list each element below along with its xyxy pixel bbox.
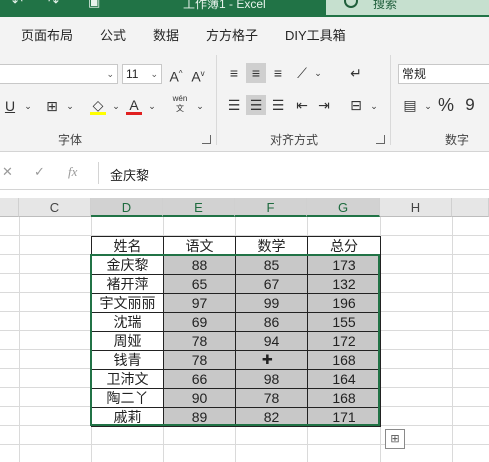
- insert-function-icon[interactable]: fx: [68, 164, 77, 180]
- header-chinese[interactable]: 语文: [163, 236, 236, 256]
- quick-access-icon[interactable]: ▣: [88, 0, 100, 10]
- increase-indent-icon[interactable]: ⇥: [314, 95, 334, 115]
- divider: [98, 162, 99, 184]
- alignment-dialog-launcher-icon[interactable]: [376, 135, 385, 144]
- number-format-value: 常规: [402, 67, 427, 81]
- header-name[interactable]: 姓名: [91, 236, 164, 256]
- borders-dropdown-icon[interactable]: ⌄: [60, 96, 80, 116]
- borders-icon[interactable]: ⊞: [42, 96, 62, 116]
- font-dialog-launcher-icon[interactable]: [202, 135, 211, 144]
- phonetic-dropdown-icon[interactable]: ⌄: [190, 96, 210, 116]
- column-header-partial[interactable]: [452, 198, 489, 217]
- column-header-e[interactable]: E: [163, 198, 235, 217]
- underline-icon[interactable]: U: [0, 96, 20, 116]
- alignment-group-label: 对齐方式: [270, 133, 319, 147]
- orientation-dropdown-icon[interactable]: ⌄: [308, 63, 328, 83]
- align-right-icon[interactable]: ☰: [268, 95, 288, 115]
- tab-data[interactable]: 数据: [153, 25, 179, 44]
- column-header-g[interactable]: G: [307, 198, 380, 217]
- column-header-d[interactable]: D: [91, 198, 163, 217]
- tab-fangfang[interactable]: 方方格子: [206, 25, 258, 44]
- font-group-label: 字体: [58, 133, 83, 147]
- ribbon-tabs: 页面布局 公式 数据 方方格子 DIY工具箱: [0, 17, 489, 49]
- tab-diy-toolbox[interactable]: DIY工具箱: [285, 25, 346, 44]
- redo-icon[interactable]: ↷: [48, 0, 59, 10]
- search-box[interactable]: 搜索: [326, 0, 489, 15]
- title-bar: ↶ ↷ ▣ 工作簿1 - Excel 搜索: [0, 0, 489, 17]
- font-color-dropdown-icon[interactable]: ⌄: [142, 96, 162, 116]
- fill-color-icon[interactable]: ◇: [88, 95, 108, 115]
- divider: [216, 55, 217, 145]
- window-title: 工作簿1 - Excel: [183, 0, 266, 11]
- header-total[interactable]: 总分: [307, 236, 381, 256]
- accounting-dropdown-icon[interactable]: ⌄: [418, 96, 438, 116]
- align-middle-icon[interactable]: ≡: [246, 63, 266, 83]
- table-header-row: 姓名 语文 数学 总分: [91, 236, 381, 256]
- header-math[interactable]: 数学: [235, 236, 308, 256]
- column-header-c[interactable]: C: [19, 198, 91, 217]
- comma-style-icon[interactable]: 9: [460, 95, 480, 115]
- divider: [390, 55, 391, 145]
- search-icon: [344, 0, 358, 8]
- selection-range: [90, 254, 380, 426]
- wrap-text-icon[interactable]: ↵: [346, 63, 366, 83]
- enter-icon[interactable]: ✓: [34, 164, 45, 180]
- decrease-font-icon[interactable]: Av: [188, 64, 208, 85]
- column-header-h[interactable]: H: [380, 198, 452, 217]
- align-center-icon[interactable]: ☰: [246, 95, 266, 115]
- number-group-label: 数字: [445, 133, 470, 147]
- fill-color-dropdown-icon[interactable]: ⌄: [106, 96, 126, 116]
- merge-center-icon[interactable]: ⊟: [346, 95, 366, 115]
- percent-style-icon[interactable]: %: [436, 95, 456, 115]
- number-format-dropdown[interactable]: 常规: [398, 64, 489, 84]
- align-left-icon[interactable]: ☰: [224, 95, 244, 115]
- formula-input[interactable]: 金庆黎: [110, 165, 149, 184]
- gridline: [452, 217, 453, 462]
- search-placeholder: 搜索: [373, 0, 398, 11]
- quick-analysis-icon[interactable]: ⊞: [385, 429, 405, 449]
- cell-cursor-icon: ✚: [262, 352, 273, 367]
- font-size-value: 11: [126, 67, 139, 81]
- font-name-dropdown[interactable]: ⌄: [0, 64, 118, 84]
- decrease-indent-icon[interactable]: ⇤: [292, 95, 312, 115]
- undo-icon[interactable]: ↶: [12, 0, 23, 10]
- underline-dropdown-icon[interactable]: ⌄: [18, 96, 38, 116]
- tab-formulas[interactable]: 公式: [100, 25, 126, 44]
- ribbon: ⌄ 11 ⌄ A^ Av U ⌄ ⊞ ⌄ ◇ ⌄ A ⌄ wén 文 ⌄ 字体 ≡ …: [0, 49, 489, 152]
- phonetic-icon[interactable]: wén 文: [170, 94, 190, 114]
- gridline: [19, 217, 20, 462]
- accounting-format-icon[interactable]: ▤: [400, 95, 420, 115]
- font-color-icon[interactable]: A: [124, 95, 144, 115]
- column-header-partial[interactable]: [0, 198, 19, 217]
- merge-dropdown-icon[interactable]: ⌄: [364, 96, 384, 116]
- align-bottom-icon[interactable]: ≡: [268, 63, 288, 83]
- increase-font-icon[interactable]: A^: [166, 64, 186, 85]
- font-size-dropdown[interactable]: 11 ⌄: [122, 64, 162, 84]
- align-top-icon[interactable]: ≡: [224, 63, 244, 83]
- column-header-f[interactable]: F: [235, 198, 307, 217]
- cancel-icon[interactable]: ✕: [2, 164, 13, 180]
- formula-bar: ✕ ✓ fx 金庆黎: [0, 156, 489, 190]
- tab-page-layout[interactable]: 页面布局: [21, 25, 73, 44]
